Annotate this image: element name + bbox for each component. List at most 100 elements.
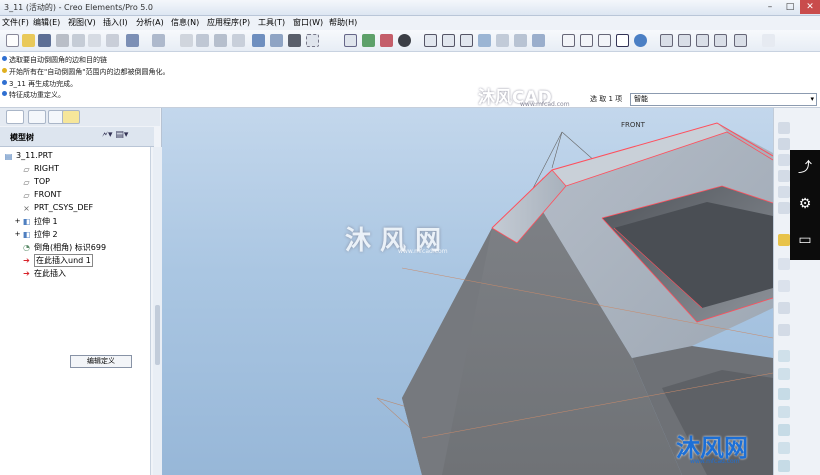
menu-info[interactable]: 信息(N) [171,17,199,28]
regenerate-icon[interactable] [252,34,265,47]
print-icon[interactable] [56,34,69,47]
datum-planes-icon[interactable] [660,34,673,47]
revolve-tool-icon[interactable] [778,280,790,292]
tree-row[interactable]: ▱ RIGHT [0,163,150,176]
monitor-icon[interactable]: ▭ [797,232,813,248]
enhanced-realism-icon[interactable] [634,34,647,47]
analysis-tool-icon[interactable] [778,234,790,246]
blend-tool-icon[interactable] [778,324,790,336]
appearance-icon[interactable] [398,34,411,47]
context-help-icon[interactable] [762,34,775,47]
round-tool-icon[interactable] [778,424,790,436]
annotation-display-icon[interactable] [734,34,747,47]
saved-views-icon[interactable] [496,34,509,47]
hole-tool-icon[interactable] [778,350,790,362]
gear-icon[interactable]: ⚙ [797,196,813,212]
layers-icon[interactable] [514,34,527,47]
sketch-tool-icon[interactable] [778,170,790,182]
menu-window[interactable]: 窗口(W) [293,17,323,28]
save-icon[interactable] [38,34,51,47]
copy-doc-icon[interactable] [106,34,119,47]
paste-icon[interactable] [214,34,227,47]
view-manager-icon[interactable] [532,34,545,47]
tree-row[interactable]: ▱ TOP [0,176,150,189]
sweep-tool-icon[interactable] [778,302,790,314]
model-viewport[interactable] [162,108,773,475]
front-datum-label: FRONT [621,121,645,129]
regen-manager-icon[interactable] [270,34,283,47]
wireframe-icon[interactable] [562,34,575,47]
tree-row[interactable]: ➔ 在此插入und 1 [0,254,150,267]
tree-row[interactable]: + ◧ 拉伸 1 [0,215,150,228]
extrude-tool-icon[interactable] [778,258,790,270]
zoom-in-icon[interactable] [424,34,437,47]
csys-tool-icon[interactable] [778,202,790,214]
tree-row[interactable]: ▤ 3_11.PRT [0,150,150,163]
datum-point-tool-icon[interactable] [778,186,790,198]
tree-header: 模型树 🗲▾ ▤▾ [0,127,154,147]
navigator-tabs [0,108,160,126]
csys-display-icon[interactable] [714,34,727,47]
new-file-icon[interactable] [6,34,19,47]
selection-filter-dropdown[interactable]: 智能 ▾ [630,93,817,106]
find-icon[interactable] [288,34,301,47]
undo-icon[interactable] [126,34,139,47]
maximize-button[interactable]: □ [780,0,800,14]
datum-plane-tool-icon[interactable] [778,122,790,134]
send-icon[interactable] [88,34,101,47]
tree-row[interactable]: ◔ 倒角(相角) 标识699 [0,241,150,254]
orient-mode-icon[interactable] [380,34,393,47]
rib-tool-icon[interactable] [778,388,790,400]
datum-points-icon[interactable] [696,34,709,47]
zoom-out-icon[interactable] [442,34,455,47]
tab-connections[interactable] [62,110,80,124]
email-icon[interactable] [72,34,85,47]
hidden-line-icon[interactable] [580,34,593,47]
tree-title: 模型树 [10,133,34,142]
shell-tool-icon[interactable] [778,368,790,380]
select-box-icon[interactable] [306,34,319,47]
edit-definition-menu-item[interactable]: 编辑定义 [70,355,132,368]
menu-edit[interactable]: 编辑(E) [33,17,60,28]
copy-icon[interactable] [196,34,209,47]
datum-curve-tool-icon[interactable] [778,154,790,166]
spin-center-icon[interactable] [362,34,375,47]
menu-file[interactable]: 文件(F) [2,17,29,28]
graphics-window[interactable]: FRONT [162,108,773,475]
tab-model-tree[interactable] [6,110,24,124]
repaint-icon[interactable] [344,34,357,47]
tab-folder-browser[interactable] [28,110,46,124]
datum-axes-icon[interactable] [678,34,691,47]
tree-row[interactable]: + ◧ 拉伸 2 [0,228,150,241]
tree-settings-icon[interactable]: 🗲▾ ▤▾ [102,130,128,140]
no-hidden-icon[interactable] [598,34,611,47]
expand-icon[interactable]: + [13,230,22,239]
pattern-tool-icon[interactable] [778,460,790,472]
menu-help[interactable]: 帮助(H) [329,17,357,28]
reorient-icon[interactable] [478,34,491,47]
chamfer-tool-icon[interactable] [778,442,790,454]
shading-icon[interactable] [616,34,629,47]
tree-row[interactable]: ▱ FRONT [0,189,150,202]
menu-applications[interactable]: 应用程序(P) [207,17,250,28]
draft-tool-icon[interactable] [778,406,790,418]
datum-axis-tool-icon[interactable] [778,138,790,150]
close-button[interactable]: ✕ [800,0,820,14]
cut-icon[interactable] [180,34,193,47]
tree-row-label: 在此插入 [34,269,66,278]
menu-analysis[interactable]: 分析(A) [136,17,164,28]
datum-plane-icon: ▱ [23,165,30,174]
tree-row[interactable]: ➔ 在此插入 [0,267,150,280]
menu-tools[interactable]: 工具(T) [258,17,285,28]
expand-icon[interactable]: + [13,217,22,226]
open-folder-icon[interactable] [22,34,35,47]
tree-row[interactable]: ⨯ PRT_CSYS_DEF [0,202,150,215]
refit-icon[interactable] [460,34,473,47]
paste-special-icon[interactable] [232,34,245,47]
share-icon[interactable]: ⤴ [797,160,813,176]
tree-scrollbar-thumb[interactable] [155,305,160,365]
menu-view[interactable]: 视图(V) [68,17,96,28]
redo-icon[interactable] [152,34,165,47]
menu-insert[interactable]: 插入(I) [103,17,128,28]
minimize-button[interactable]: – [760,0,780,14]
